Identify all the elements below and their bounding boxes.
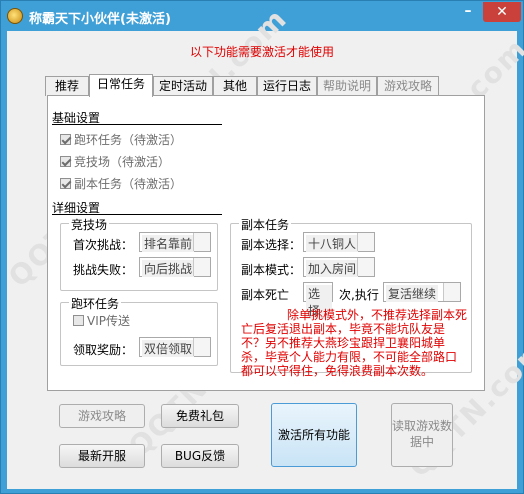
app-window: 称霸天下小伙伴(未激活) – ✕ QQTN.com QQTN.com QQTN.… [0,0,524,494]
checkbox-label: 副本任务（待激活） [74,177,183,191]
dungeon-death-label: 副本死亡 [241,288,290,302]
checkbox-icon [73,315,84,326]
dungeon-warning-note: 除单挑模式外，不推荐选择副本死亡后复活退出副本，毕竟不能坑队友是不？另不推荐大燕… [241,308,468,378]
dungeon-mode-label: 副本模式： [241,263,302,277]
select-value: 向后挑战 [142,260,195,277]
checkbox-vip-teleport[interactable]: VIP传送 [73,313,130,329]
checkbox-arena[interactable]: 竞技场（待激活） [60,154,170,170]
divider [52,214,222,215]
app-icon [7,8,23,24]
challenge-fail-label: 挑战失败： [73,263,134,277]
tab-help[interactable]: 帮助说明 [317,76,377,96]
dropdown-arrow-icon [357,233,374,251]
minimize-button[interactable]: – [459,4,477,22]
loop-task-group-title: 跑环任务 [69,295,122,312]
window-title: 称霸天下小伙伴(未激活) [29,12,171,27]
dropdown-arrow-icon [193,258,210,276]
dropdown-arrow-icon [357,258,374,276]
first-challenge-label: 首次挑战： [73,238,134,252]
select-value: 十八铜人 [306,235,359,252]
read-game-data-button[interactable]: 读取游戏数据中 [391,403,453,467]
dungeon-mode-select[interactable]: 加入房间 [303,257,375,277]
title-bar[interactable]: 称霸天下小伙伴(未激活) – ✕ [1,1,523,31]
dungeon-select-label: 副本选择： [241,238,302,252]
loop-task-group: 跑环任务 VIP传送 领取奖励： 双倍领取 [60,295,218,366]
activate-all-button[interactable]: 激活所有功能 [271,403,357,467]
bug-feedback-button[interactable]: BUG反馈 [161,444,239,468]
checkbox-label: VIP传送 [87,314,130,328]
dropdown-arrow-icon [443,283,460,301]
checkbox-label: 跑环任务（待激活） [74,133,183,147]
game-guide-button[interactable]: 游戏攻略 [59,404,145,428]
dropdown-arrow-icon [193,233,210,251]
checkbox-dungeon[interactable]: 副本任务（待激活） [60,176,182,192]
tab-run-log[interactable]: 运行日志 [257,76,317,96]
tab-recommend[interactable]: 推荐 [45,76,89,96]
tab-other[interactable]: 其他 [213,76,257,96]
death-count-select[interactable]: 选择 [303,282,333,319]
client-area: QQTN.com QQTN.com QQTN.com QQTN.com QQTN… [2,2,524,489]
daily-tasks-panel: 基础设置 跑环任务（待激活） 竞技场（待激活） 副本任务（待激活） 详细设置 竞… [47,95,485,391]
tab-timed-events[interactable]: 定时活动 [153,76,213,96]
checkbox-icon [60,156,71,167]
divider [52,124,222,125]
tab-game-guide[interactable]: 游戏攻略 [377,76,439,96]
select-value: 双倍领取 [142,340,195,357]
select-value: 复活继续 [386,285,439,302]
death-action-select[interactable]: 复活继续 [383,282,461,302]
free-gift-button[interactable]: 免费礼包 [161,404,239,428]
tab-daily-tasks[interactable]: 日常任务 [89,74,153,97]
challenge-fail-select[interactable]: 向后挑战 [139,257,211,277]
checkbox-icon [60,134,71,145]
dungeon-select[interactable]: 十八铜人 [303,232,375,252]
dropdown-arrow-icon [193,338,210,356]
dungeon-group: 副本任务 副本选择： 十八铜人 副本模式： 加入房间 副本死亡 选择 次,执行 … [230,216,472,378]
arena-group-title: 竞技场 [69,216,110,233]
activation-notice: 以下功能需要激活才能使用 [189,45,334,59]
select-value: 加入房间 [306,260,359,277]
arena-group: 竞技场 首次挑战： 排名靠前 挑战失败： 向后挑战 [60,216,218,291]
dungeon-group-title: 副本任务 [239,216,292,233]
reward-select[interactable]: 双倍领取 [139,337,211,357]
select-value: 排名靠前 [142,235,195,252]
close-button[interactable]: ✕ [483,2,521,22]
checkbox-label: 竞技场（待激活） [74,155,171,169]
checkbox-loop-task[interactable]: 跑环任务（待激活） [60,132,182,148]
first-challenge-select[interactable]: 排名靠前 [139,232,211,252]
latest-server-button[interactable]: 最新开服 [59,444,145,468]
checkbox-icon [60,178,71,189]
death-execute-label: 次,执行 [339,288,379,302]
reward-label: 领取奖励： [73,343,134,357]
